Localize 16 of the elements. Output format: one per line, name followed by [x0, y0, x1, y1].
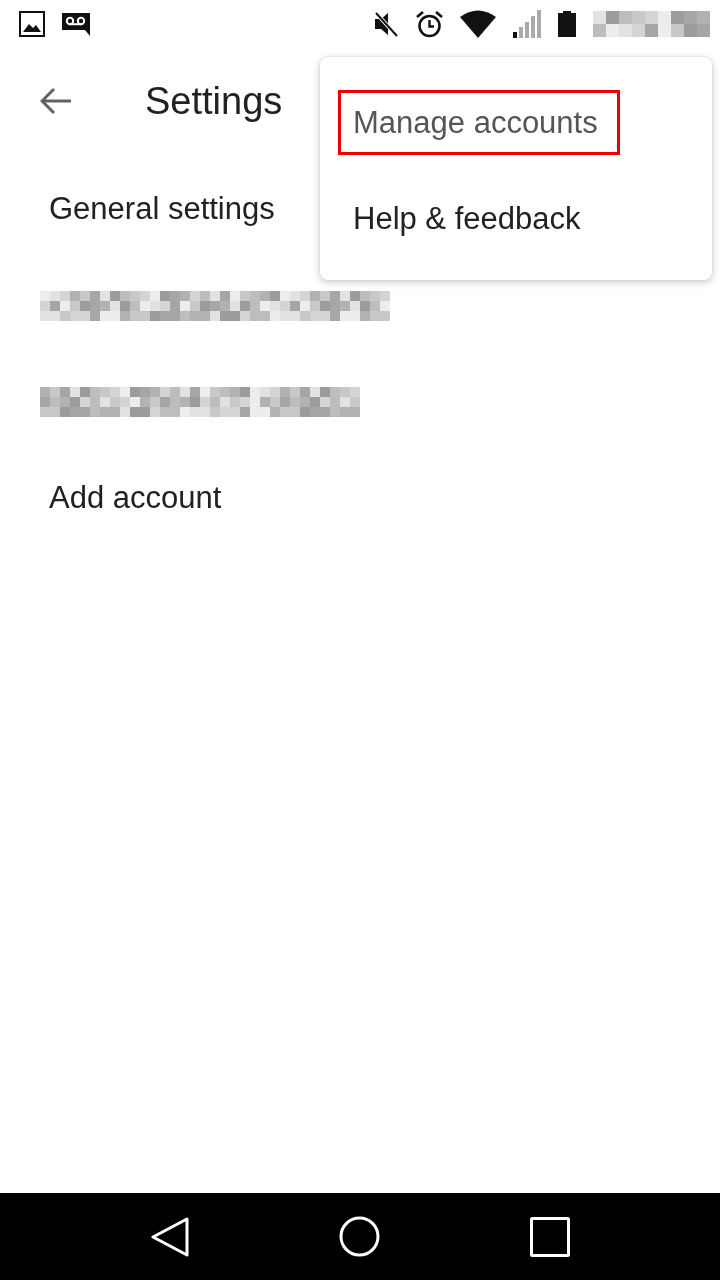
menu-item[interactable]: Help & feedback: [338, 186, 603, 251]
back-icon[interactable]: [150, 1216, 189, 1257]
image-icon: [19, 11, 45, 37]
back-arrow-icon[interactable]: [40, 87, 72, 115]
signal-icon: [513, 10, 541, 38]
list-item[interactable]: Add account: [49, 480, 222, 516]
recents-icon[interactable]: [529, 1216, 570, 1257]
home-icon[interactable]: [338, 1216, 380, 1257]
list-item[interactable]: General settings: [49, 191, 275, 227]
wifi-icon: [460, 10, 496, 38]
menu-item[interactable]: Manage accounts: [338, 90, 620, 155]
battery-icon: [558, 11, 576, 37]
mute-icon: [373, 11, 399, 37]
alarm-icon: [416, 10, 443, 38]
screen-title: Settings: [145, 79, 283, 123]
voicemail-icon: [62, 12, 90, 36]
